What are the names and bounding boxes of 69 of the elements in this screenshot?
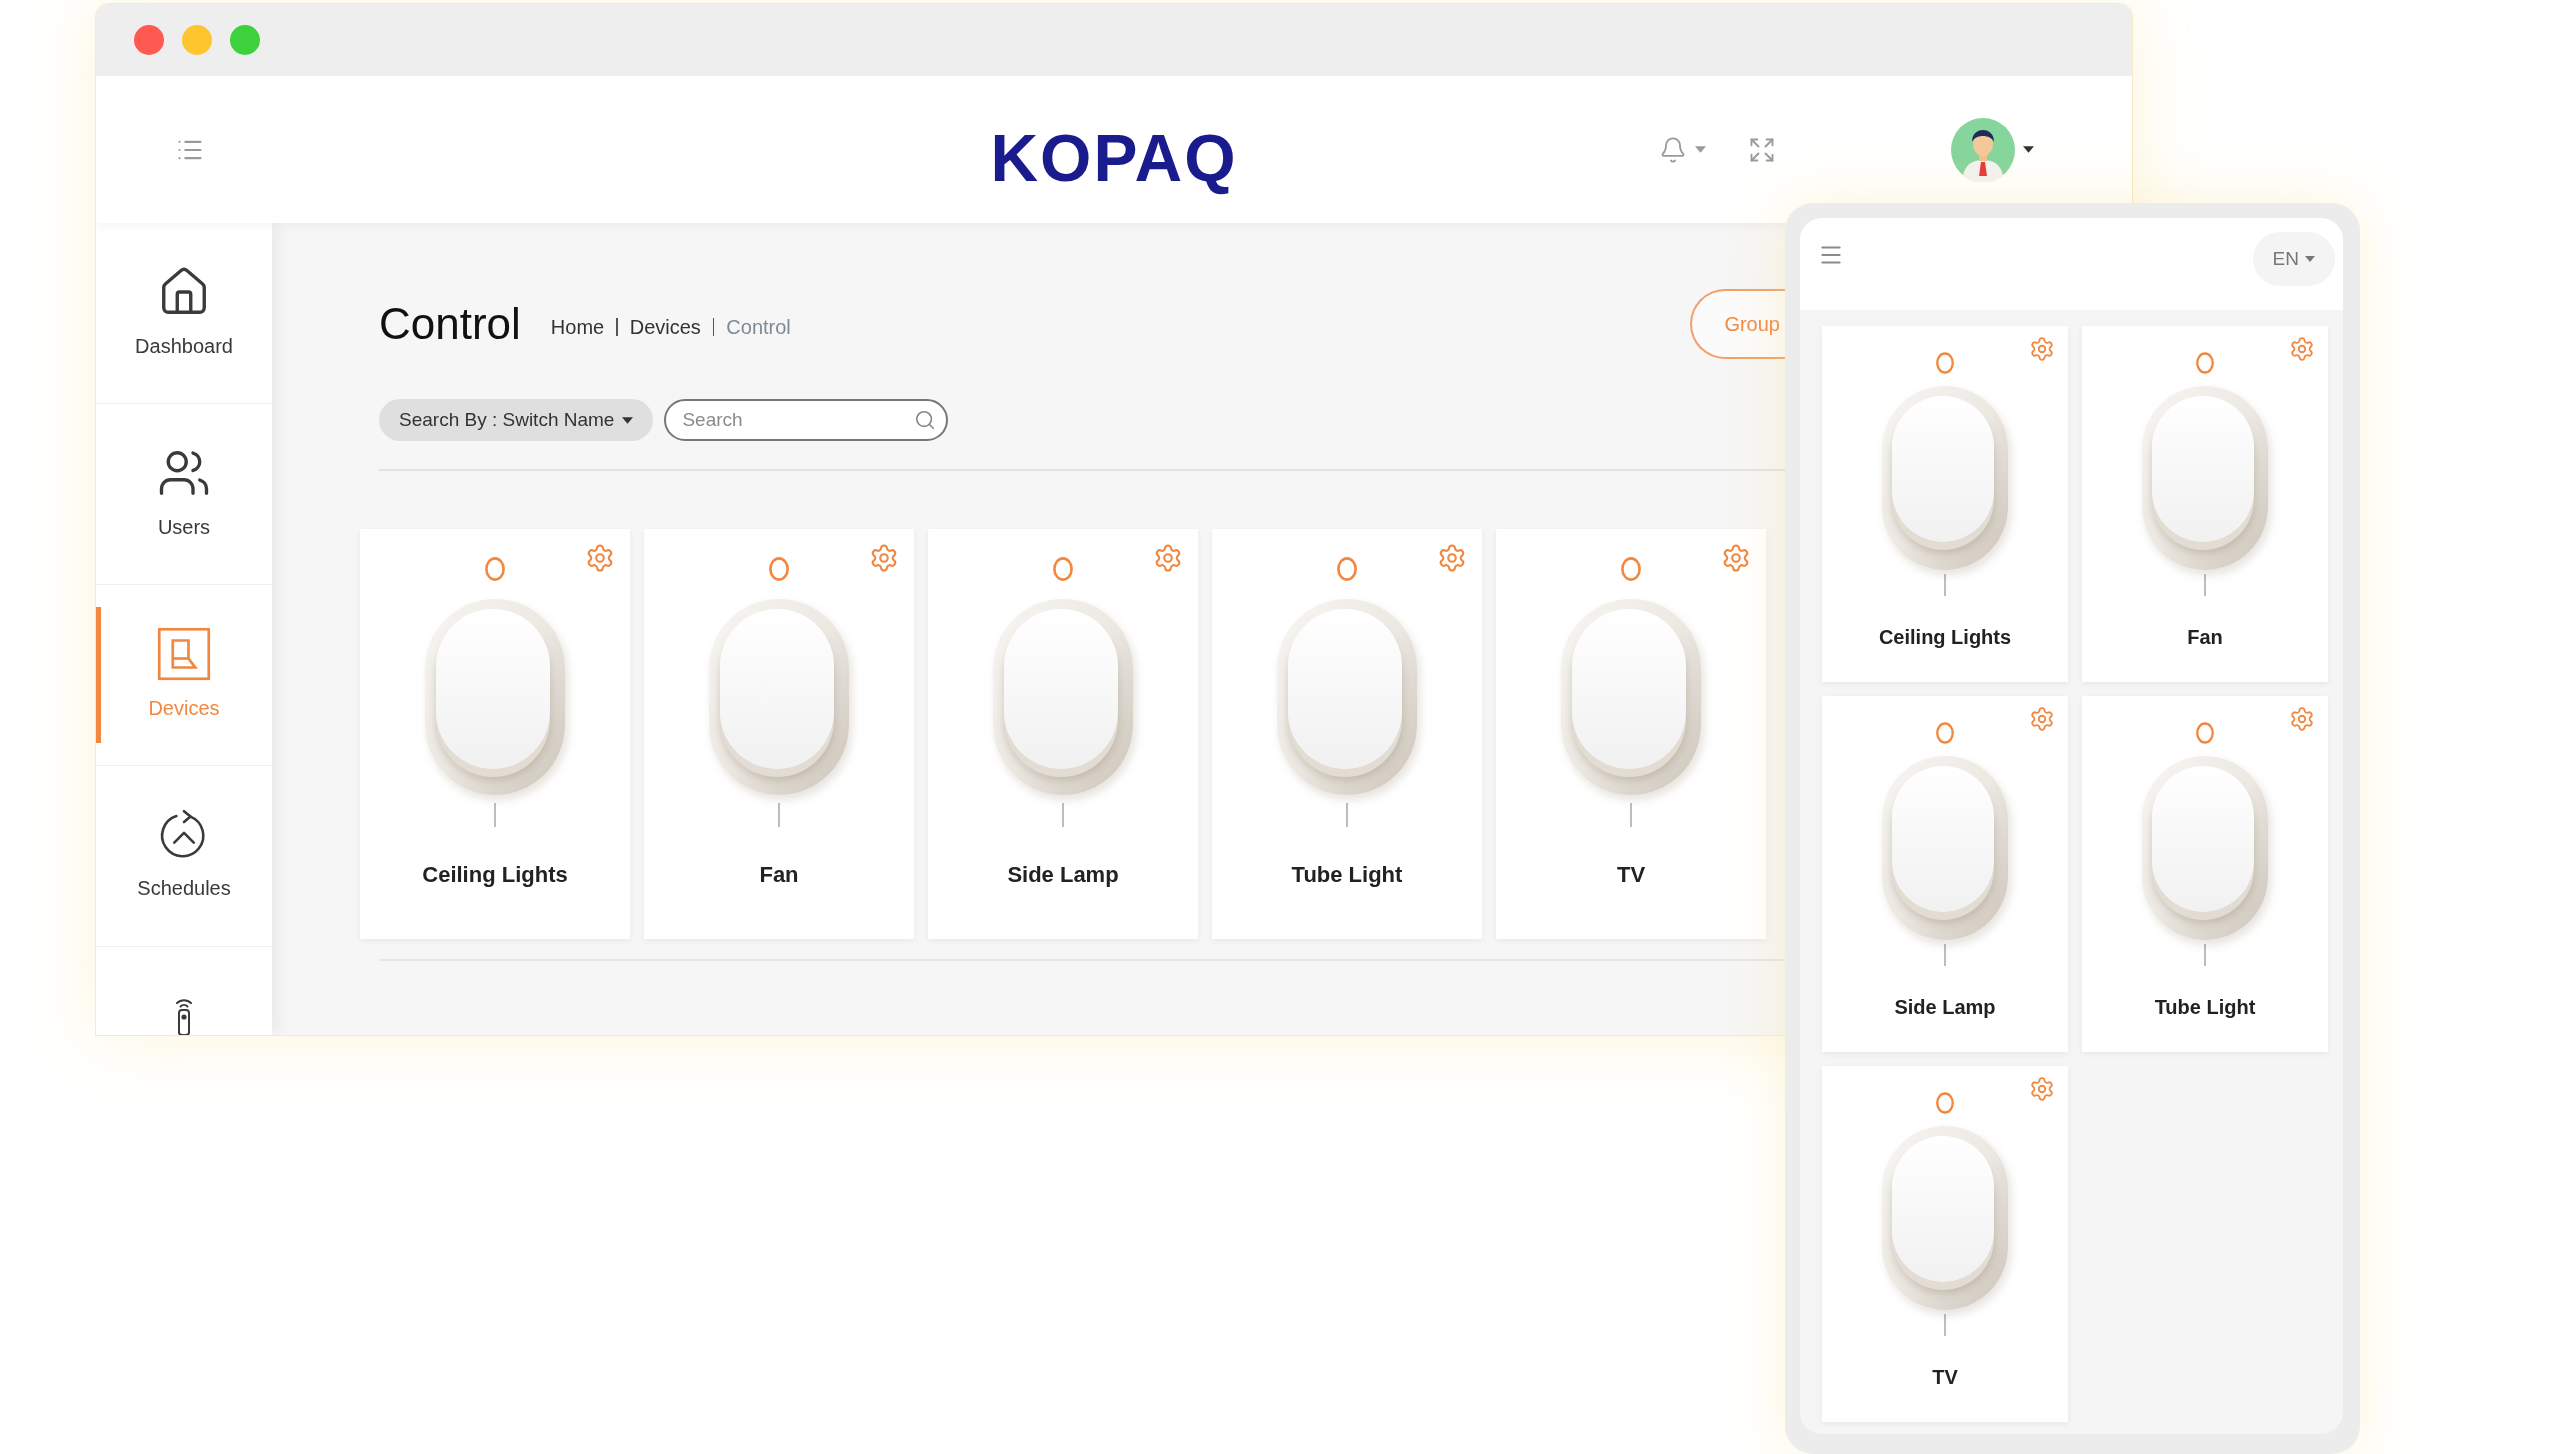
- switch-name: Side Lamp: [1007, 861, 1119, 889]
- switch-name: Ceiling Lights: [422, 861, 568, 889]
- profile-menu-button[interactable]: [1951, 117, 2034, 182]
- rocker-switch[interactable]: [1882, 1126, 2008, 1310]
- switch-panel-icon: [157, 627, 211, 681]
- bell-icon: [1659, 135, 1687, 164]
- ring-icon: [1936, 1092, 1954, 1114]
- settings-icon[interactable]: [2029, 336, 2055, 362]
- ring-icon: [2196, 352, 2214, 374]
- switch-name: Ceiling Lights: [1878, 625, 2012, 650]
- ring-icon: [1936, 352, 1954, 374]
- rocker-switch[interactable]: [709, 599, 849, 795]
- line-mark-icon: [1944, 944, 1946, 966]
- settings-icon[interactable]: [585, 543, 615, 573]
- settings-icon[interactable]: [869, 543, 899, 573]
- ring-icon: [1053, 557, 1073, 581]
- settings-icon[interactable]: [1437, 543, 1467, 573]
- line-mark-icon: [778, 803, 780, 827]
- line-mark-icon: [1346, 803, 1348, 827]
- minimize-button[interactable]: [182, 25, 212, 55]
- notifications-button[interactable]: [1659, 135, 1706, 164]
- caret-icon: [1695, 146, 1706, 153]
- settings-icon[interactable]: [1153, 543, 1183, 573]
- language-dropdown[interactable]: EN: [2252, 232, 2335, 286]
- switch-name: Side Lamp: [1894, 995, 1996, 1020]
- line-mark-icon: [1944, 1314, 1946, 1336]
- ring-icon: [1621, 557, 1641, 581]
- switch-name: Tube Light: [2154, 995, 2256, 1020]
- rocker-switch[interactable]: [2142, 756, 2268, 940]
- settings-icon[interactable]: [2029, 1076, 2055, 1102]
- rocker-switch[interactable]: [1277, 599, 1417, 795]
- caret-icon: [2305, 256, 2315, 262]
- ring-icon: [2196, 722, 2214, 744]
- ring-icon: [1337, 557, 1357, 581]
- settings-icon[interactable]: [2289, 336, 2315, 362]
- line-mark-icon: [494, 803, 496, 827]
- rocker-switch[interactable]: [425, 599, 565, 795]
- close-button[interactable]: [134, 25, 164, 55]
- line-mark-icon: [1630, 803, 1632, 827]
- avatar-icon: [1951, 117, 2015, 182]
- settings-icon[interactable]: [2289, 706, 2315, 732]
- search-by-dropdown[interactable]: Search By : Switch Name: [379, 399, 654, 441]
- switch-name: Fan: [2187, 625, 2223, 650]
- rocker-switch[interactable]: [1561, 599, 1701, 795]
- line-mark-icon: [2204, 574, 2206, 596]
- ring-icon: [485, 557, 505, 581]
- switch-name: TV: [1932, 1365, 1958, 1390]
- switch-name: TV: [1616, 861, 1646, 889]
- switch-name: Fan: [759, 861, 799, 889]
- zoom-button[interactable]: [230, 25, 260, 55]
- settings-icon[interactable]: [1721, 543, 1751, 573]
- search-icon[interactable]: [914, 409, 937, 431]
- breadcrumb-link[interactable]: Devices: [629, 312, 701, 342]
- breadcrumb-link[interactable]: Home: [550, 312, 605, 342]
- ring-icon: [1936, 722, 1954, 744]
- rocker-switch[interactable]: [2142, 386, 2268, 570]
- rocker-switch[interactable]: [1882, 386, 2008, 570]
- rocker-switch[interactable]: [1882, 756, 2008, 940]
- switch-name: Tube Light: [1291, 861, 1403, 889]
- search-field[interactable]: Search: [664, 399, 949, 441]
- line-mark-icon: [1062, 803, 1064, 827]
- settings-icon[interactable]: [2029, 706, 2055, 732]
- caret-icon: [622, 416, 634, 424]
- line-mark-icon: [1944, 574, 1946, 596]
- rocker-switch[interactable]: [993, 599, 1133, 795]
- line-mark-icon: [2204, 944, 2206, 966]
- caret-icon: [2023, 146, 2034, 153]
- page-title: Control: [379, 298, 521, 350]
- ring-icon: [769, 557, 789, 581]
